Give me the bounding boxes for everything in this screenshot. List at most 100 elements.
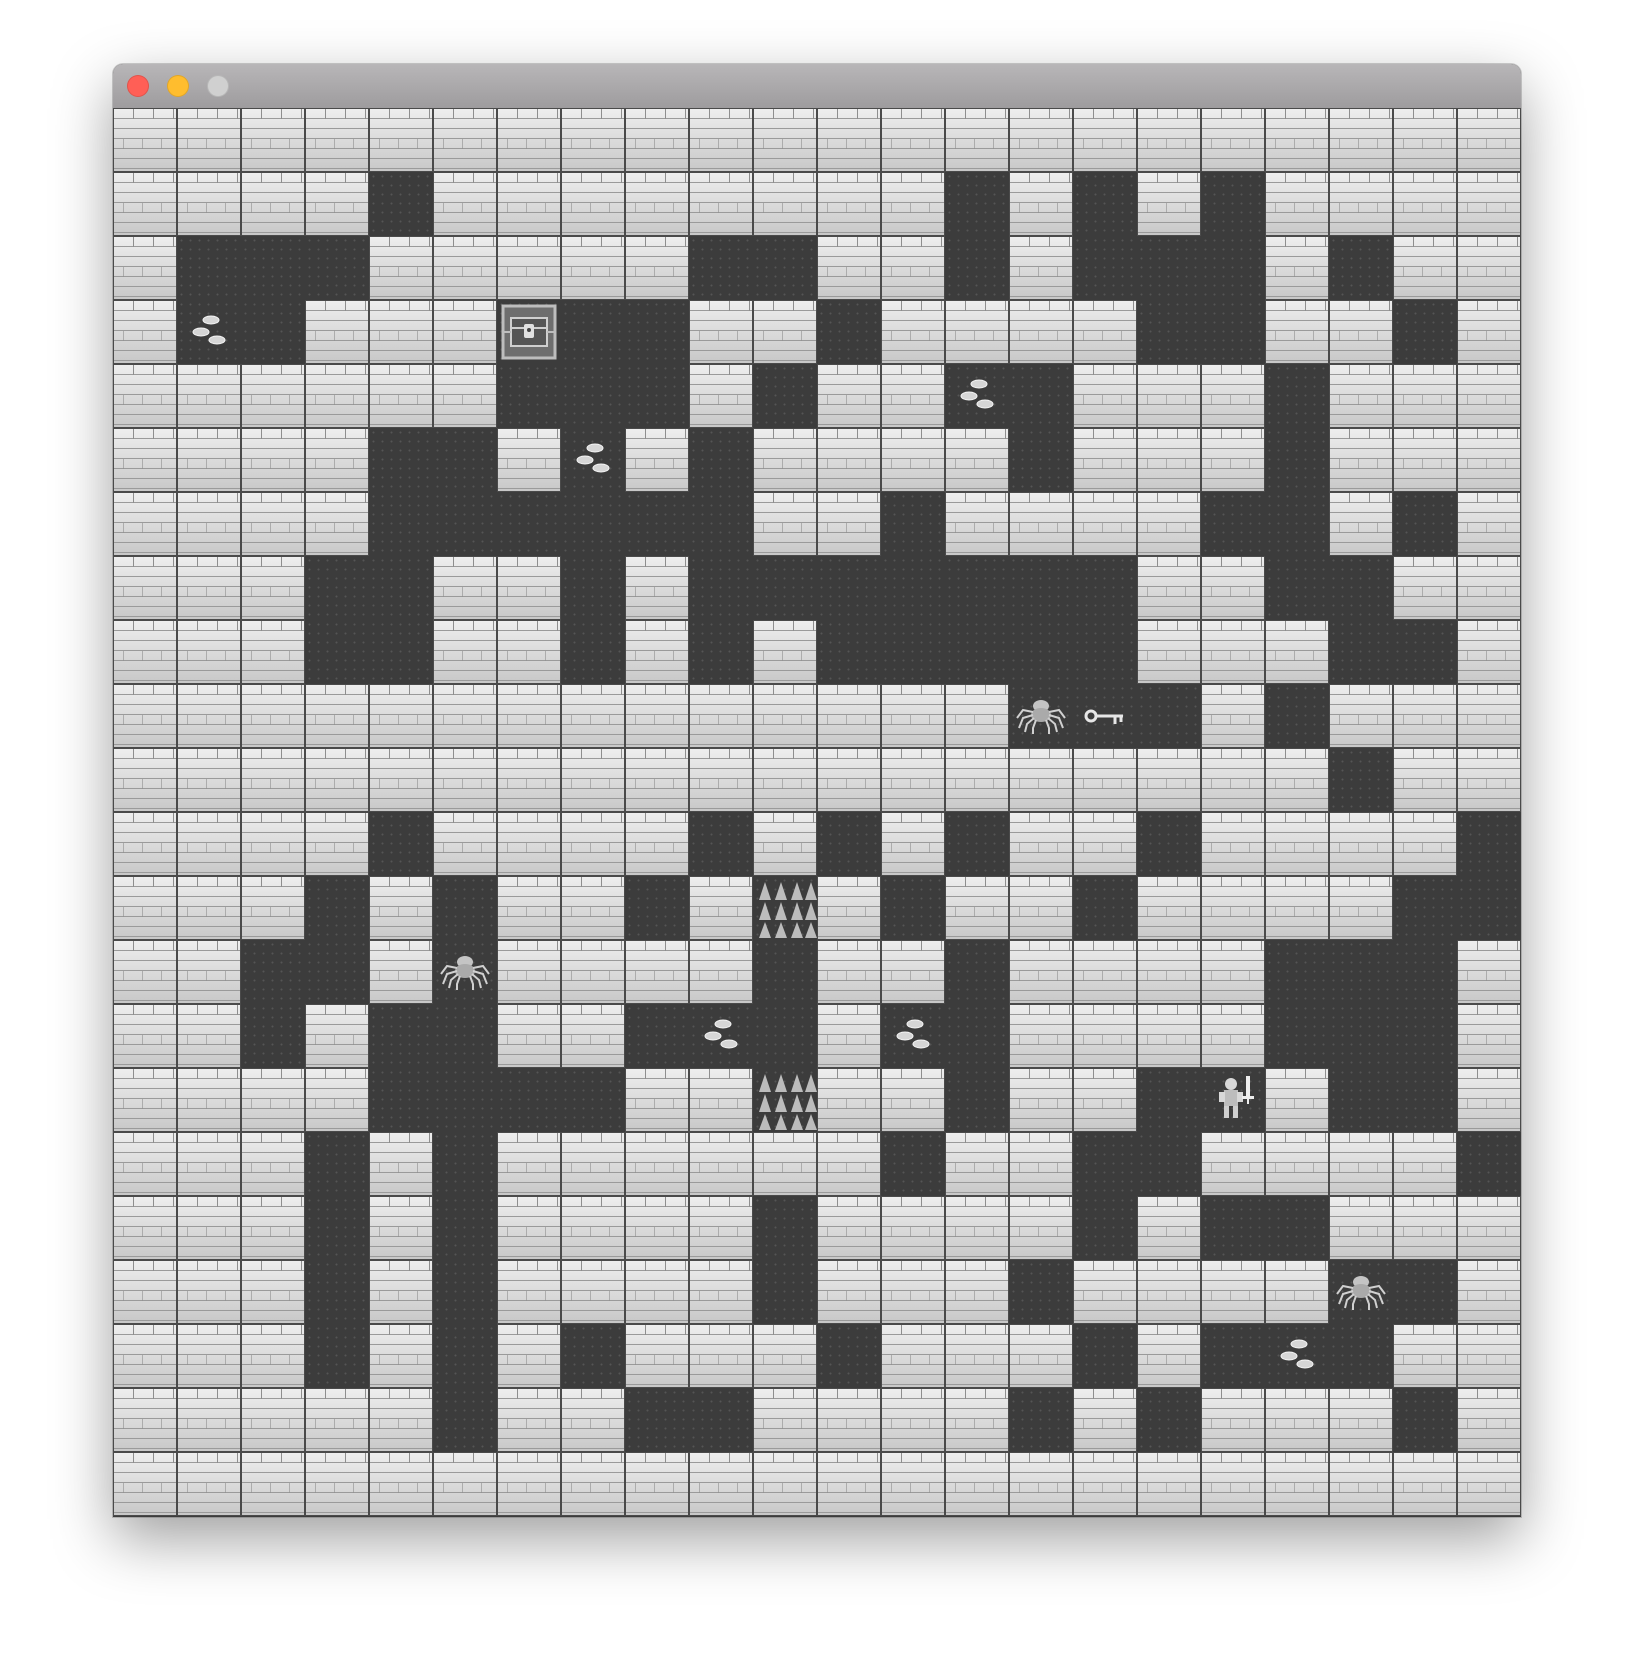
floor-tile [305,1132,369,1196]
wall-tile [177,108,241,172]
wall-tile [1201,748,1265,812]
wall-tile [561,236,625,300]
wall-tile [177,940,241,1004]
coins-icon[interactable] [561,428,625,492]
floor-tile [561,556,625,620]
wall-tile [1137,620,1201,684]
floor-tile [433,492,497,556]
wall-tile [753,748,817,812]
wall-tile [305,1388,369,1452]
wall-tile [1201,620,1265,684]
wall-tile [881,300,945,364]
wall-tile [753,684,817,748]
floor-tile [1201,1324,1265,1388]
wall-tile [817,1004,881,1068]
wall-tile [817,684,881,748]
wall-tile [497,172,561,236]
floor-tile [817,1324,881,1388]
floor-tile [1009,428,1073,492]
wall-tile [1073,1068,1137,1132]
spikes-icon[interactable] [753,1068,817,1132]
floor-tile [369,428,433,492]
floor-tile [1265,428,1329,492]
wall-tile [1457,1196,1521,1260]
wall-tile [1393,684,1457,748]
wall-tile [113,1324,177,1388]
floor-tile [369,1004,433,1068]
wall-tile [305,748,369,812]
spikes-icon[interactable] [753,876,817,940]
floor-tile [945,940,1009,1004]
wall-tile [241,172,305,236]
floor-tile [625,1004,689,1068]
coins-icon[interactable] [177,300,241,364]
hero-icon[interactable] [1201,1068,1265,1132]
floor-tile [1265,1324,1329,1388]
close-button[interactable] [127,75,149,97]
wall-tile [689,1260,753,1324]
floor-tile [1009,684,1073,748]
zoom-button[interactable] [207,75,229,97]
wall-tile [433,236,497,300]
wall-tile [689,300,753,364]
coins-icon[interactable] [881,1004,945,1068]
floor-tile [433,940,497,1004]
wall-tile [113,812,177,876]
floor-tile [1393,1004,1457,1068]
wall-tile [689,940,753,1004]
wall-tile [113,940,177,1004]
wall-tile [305,1452,369,1516]
floor-tile [1457,876,1521,940]
minimize-button[interactable] [167,75,189,97]
floor-tile [433,1132,497,1196]
wall-tile [1329,108,1393,172]
wall-tile [177,812,241,876]
treasure-chest-icon[interactable] [497,300,561,364]
wall-tile [1009,748,1073,812]
wall-tile [1201,1004,1265,1068]
floor-tile [945,1068,1009,1132]
floor-tile [369,812,433,876]
floor-tile [689,1388,753,1452]
floor-tile [1329,1260,1393,1324]
wall-tile [561,1132,625,1196]
wall-tile [753,620,817,684]
coins-icon[interactable] [1265,1324,1329,1388]
wall-tile [177,1260,241,1324]
wall-tile [689,748,753,812]
wall-tile [369,940,433,1004]
floor-tile [305,556,369,620]
wall-tile [113,300,177,364]
coins-icon[interactable] [689,1004,753,1068]
wall-tile [241,620,305,684]
wall-tile [1457,428,1521,492]
floor-tile [433,1388,497,1452]
wall-tile [1457,300,1521,364]
wall-tile [881,1260,945,1324]
wall-tile [689,172,753,236]
wall-tile [1457,748,1521,812]
coins-icon[interactable] [945,364,1009,428]
wall-tile [369,876,433,940]
wall-tile [561,1196,625,1260]
floor-tile [497,492,561,556]
floor-tile [1393,620,1457,684]
floor-tile [1201,172,1265,236]
key-icon[interactable] [1073,684,1137,748]
wall-tile [433,364,497,428]
spider-icon[interactable] [1009,684,1073,748]
wall-tile [113,1388,177,1452]
wall-tile [1137,1324,1201,1388]
dungeon-map[interactable] [113,108,1521,1517]
wall-tile [1073,1260,1137,1324]
spider-icon[interactable] [433,940,497,1004]
wall-tile [753,812,817,876]
spider-icon[interactable] [1329,1260,1393,1324]
wall-tile [1137,556,1201,620]
wall-tile [433,172,497,236]
wall-tile [689,108,753,172]
wall-tile [177,1324,241,1388]
title-bar[interactable] [113,64,1521,108]
wall-tile [881,748,945,812]
wall-tile [177,684,241,748]
